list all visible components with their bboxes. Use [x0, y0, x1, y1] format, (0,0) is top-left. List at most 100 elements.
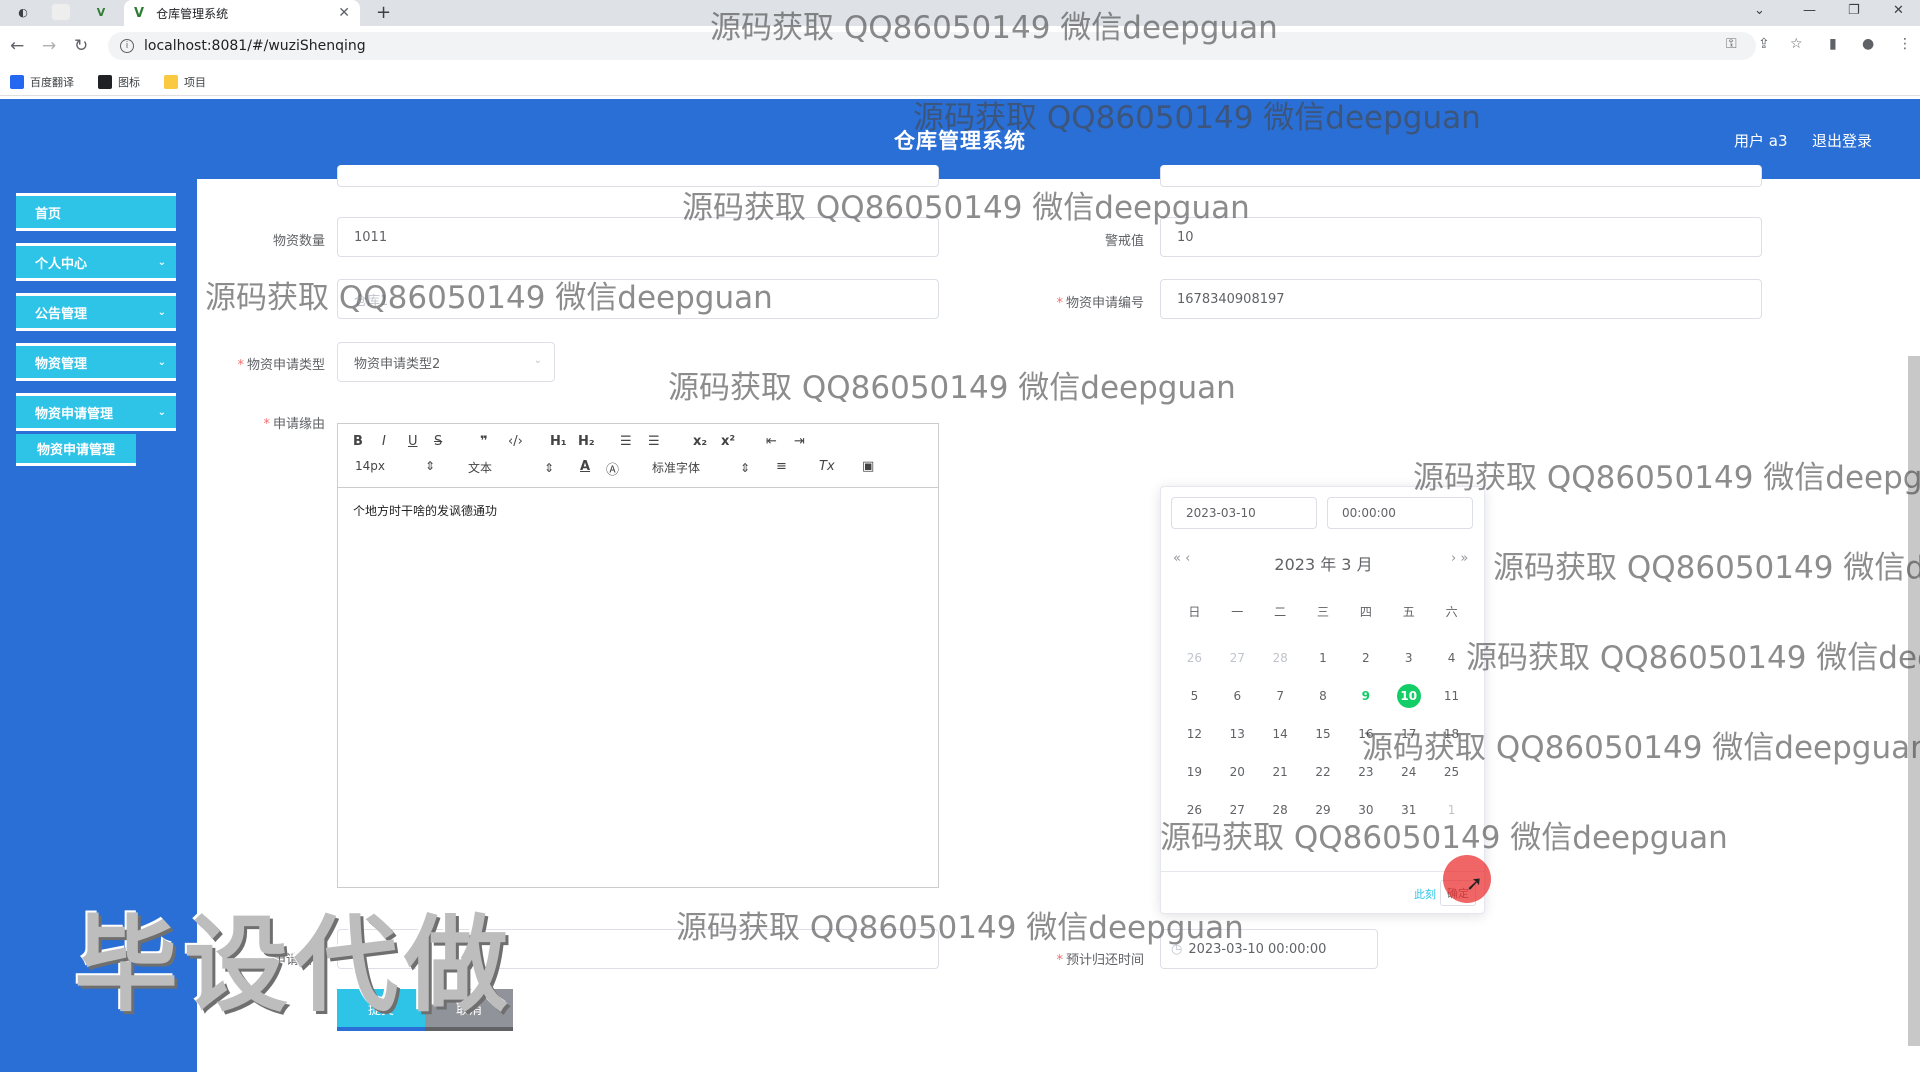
day-cell[interactable]: 7	[1259, 677, 1302, 715]
day-cell[interactable]: 27	[1216, 791, 1259, 829]
back-icon[interactable]: ←	[10, 36, 24, 56]
outdent-icon[interactable]: ⇤	[766, 434, 777, 449]
sidebar-item-home[interactable]: 首页	[16, 193, 176, 231]
bold-icon[interactable]: B	[353, 434, 363, 449]
day-cell[interactable]: 21	[1259, 753, 1302, 791]
picker-date-input[interactable]: 2023-03-10	[1171, 497, 1317, 529]
day-cell[interactable]: 5	[1173, 677, 1216, 715]
day-cell[interactable]: 17	[1387, 715, 1430, 753]
type-select[interactable]: 物资申请类型2 ⌄	[337, 342, 555, 382]
close-tab-icon[interactable]: ✕	[338, 5, 350, 21]
h1-icon[interactable]: H₁	[550, 434, 567, 449]
pinned-tab-icon[interactable]: ◐	[14, 4, 32, 20]
day-cell[interactable]: 1	[1302, 639, 1345, 677]
bookmark-project[interactable]: 项目	[164, 74, 206, 90]
clear-format-icon[interactable]: Tx	[819, 459, 835, 474]
day-cell[interactable]: 31	[1387, 791, 1430, 829]
close-window-icon[interactable]: ✕	[1893, 3, 1904, 18]
strike-icon[interactable]: S	[434, 434, 442, 449]
site-info-icon[interactable]: i	[120, 39, 134, 53]
day-cell[interactable]: 8	[1302, 677, 1345, 715]
sidebar-item-notice[interactable]: 公告管理 ⌄	[16, 293, 176, 331]
bullet-list-icon[interactable]: ☰	[648, 434, 660, 449]
sidebar-item-profile[interactable]: 个人中心 ⌄	[16, 243, 176, 281]
font-size-select[interactable]: 14px ⇕	[355, 459, 435, 473]
ordered-list-icon[interactable]: ☰	[620, 434, 632, 449]
restore-icon[interactable]: ❐	[1848, 3, 1860, 18]
day-cell[interactable]: 24	[1387, 753, 1430, 791]
vue-tab-icon[interactable]: V	[92, 4, 110, 20]
day-cell[interactable]: 12	[1173, 715, 1216, 753]
bookmark-icons[interactable]: 图标	[98, 74, 140, 90]
day-cell[interactable]: 13	[1216, 715, 1259, 753]
picker-month-header[interactable]: 2023 年 3 月	[1161, 551, 1486, 575]
url-field[interactable]: i localhost:8081/#/wuziShenqing	[108, 32, 1756, 60]
pinned-tab-blank[interactable]	[52, 4, 70, 20]
picker-now-button[interactable]: 此刻	[1414, 886, 1436, 902]
picker-time-input[interactable]: 00:00:00	[1327, 497, 1473, 529]
star-icon[interactable]: ☆	[1790, 36, 1803, 52]
day-cell[interactable]: 20	[1216, 753, 1259, 791]
sidebar-subitem-apply-manage[interactable]: 物资申请管理	[16, 434, 136, 466]
share-icon[interactable]: ⇪	[1758, 36, 1770, 52]
day-cell[interactable]: 28	[1259, 791, 1302, 829]
day-cell[interactable]: 6	[1216, 677, 1259, 715]
return-time-field[interactable]: ◷ 2023-03-10 00:00:00	[1160, 929, 1378, 969]
italic-icon[interactable]: I	[382, 434, 386, 449]
active-tab[interactable]: V 仓库管理系统 ✕	[124, 0, 360, 26]
bg-color-icon[interactable]: Ⓐ	[606, 459, 619, 478]
warning-field[interactable]: 10	[1160, 217, 1762, 257]
menu-icon[interactable]: ⋮	[1898, 36, 1912, 52]
text-style-select[interactable]: 文本 ⇕	[468, 459, 554, 476]
day-cell[interactable]: 4	[1430, 639, 1473, 677]
minimize-icon[interactable]: —	[1803, 3, 1816, 18]
day-cell[interactable]: 16	[1344, 715, 1387, 753]
day-cell[interactable]: 3	[1387, 639, 1430, 677]
sidebar-item-material[interactable]: 物资管理 ⌄	[16, 343, 176, 381]
day-cell[interactable]: 1	[1430, 791, 1473, 829]
day-cell[interactable]: 30	[1344, 791, 1387, 829]
day-cell[interactable]: 26	[1173, 791, 1216, 829]
indent-icon[interactable]: ⇥	[794, 434, 805, 449]
reload-icon[interactable]: ↻	[74, 36, 88, 56]
quote-icon[interactable]: ❞	[480, 434, 488, 449]
subscript-icon[interactable]: x₂	[693, 434, 707, 449]
new-tab-button[interactable]: +	[376, 2, 391, 23]
day-cell[interactable]: 9	[1344, 677, 1387, 715]
bookmark-baidu-translate[interactable]: 百度翻译	[10, 74, 74, 90]
day-cell[interactable]: 11	[1430, 677, 1473, 715]
top-cut-field-left[interactable]	[337, 165, 939, 187]
align-icon[interactable]: ≡	[776, 459, 787, 474]
day-cell[interactable]: 22	[1302, 753, 1345, 791]
day-cell[interactable]: 23	[1344, 753, 1387, 791]
code-icon[interactable]: ‹/›	[508, 434, 523, 449]
sidebar-item-apply[interactable]: 物资申请管理 ⌄	[16, 393, 176, 431]
forward-icon[interactable]: →	[42, 36, 56, 56]
day-cell[interactable]: 18	[1430, 715, 1473, 753]
font-family-select[interactable]: 标准字体 ⇕	[652, 459, 750, 476]
day-cell[interactable]: 26	[1173, 639, 1216, 677]
superscript-icon[interactable]: x²	[721, 434, 735, 449]
sidepanel-icon[interactable]: ▮	[1829, 36, 1837, 52]
underline-icon[interactable]: U	[408, 434, 418, 449]
warehouse-field[interactable]: 仓库1	[337, 279, 939, 319]
tab-search-icon[interactable]: ⌄	[1754, 3, 1765, 18]
day-cell[interactable]: 28	[1259, 639, 1302, 677]
key-icon[interactable]: ⚿	[1726, 36, 1737, 52]
day-cell[interactable]: 27	[1216, 639, 1259, 677]
day-cell[interactable]: 19	[1173, 753, 1216, 791]
day-cell[interactable]: 10	[1387, 677, 1430, 715]
image-icon[interactable]: ▣	[862, 459, 874, 474]
editor-content[interactable]: 个地方时干啥的发讽德通功	[338, 488, 938, 533]
day-cell[interactable]: 15	[1302, 715, 1345, 753]
day-cell[interactable]: 29	[1302, 791, 1345, 829]
next-month-year-icon[interactable]: › »	[1451, 551, 1468, 566]
font-color-icon[interactable]: A	[580, 459, 590, 474]
day-cell[interactable]: 14	[1259, 715, 1302, 753]
profile-icon[interactable]: ●	[1862, 36, 1874, 52]
day-cell[interactable]: 25	[1430, 753, 1473, 791]
quantity-field[interactable]: 1011	[337, 217, 939, 257]
apply-no-field[interactable]: 1678340908197	[1160, 279, 1762, 319]
logout-link[interactable]: 退出登录	[1812, 130, 1872, 151]
day-cell[interactable]: 2	[1344, 639, 1387, 677]
